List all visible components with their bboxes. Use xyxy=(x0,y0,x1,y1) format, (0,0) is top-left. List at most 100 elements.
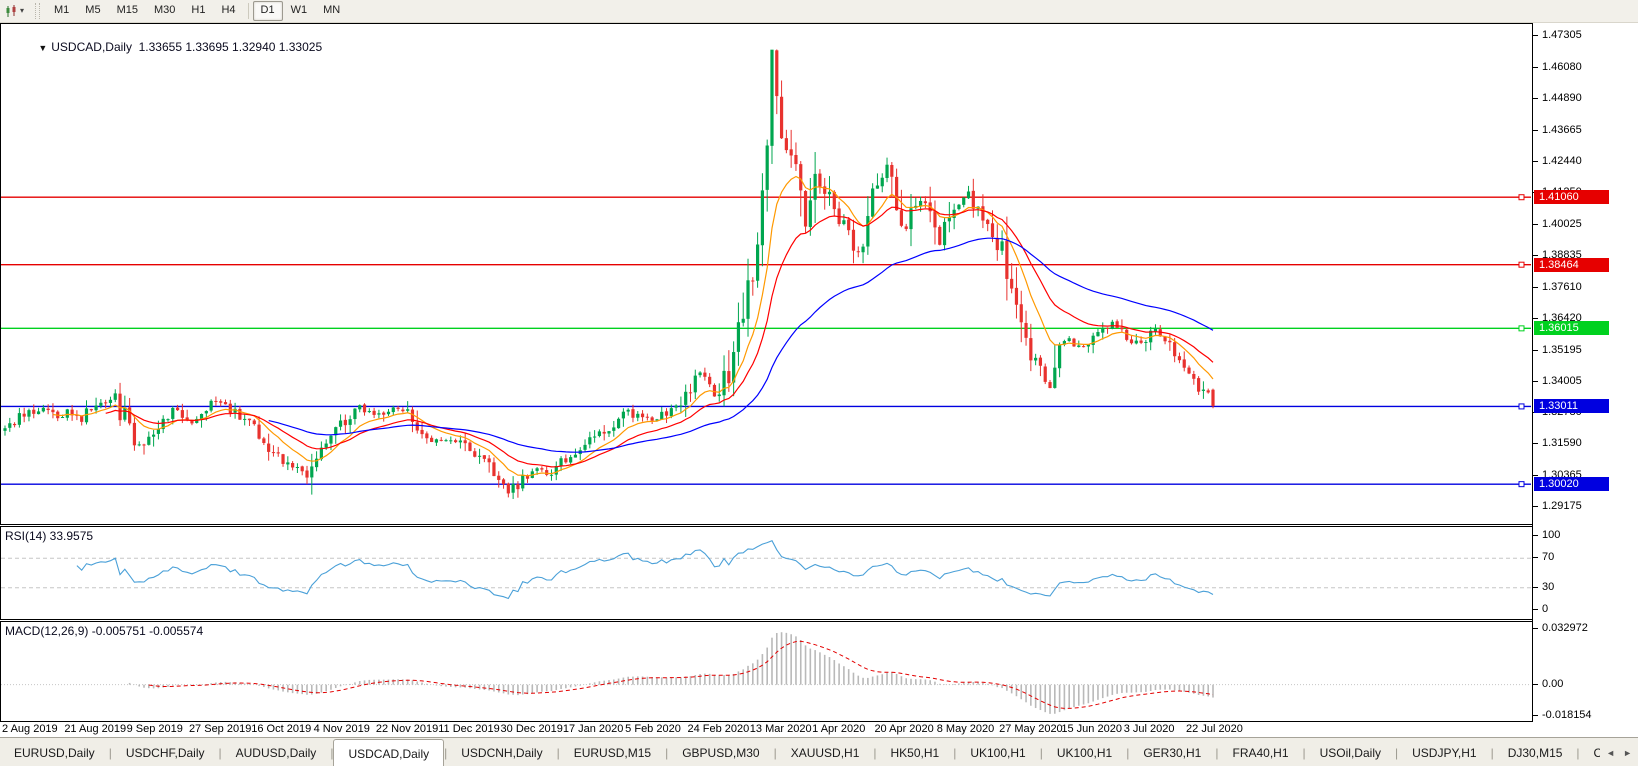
symbol-tab-uk100-h1[interactable]: UK100,H1 xyxy=(1043,738,1126,766)
hline-price-label: 1.38464 xyxy=(1534,257,1609,272)
rsi-tick: 70 xyxy=(1542,551,1555,564)
date-label: 4 Nov 2019 xyxy=(313,723,370,735)
chart-mode-button[interactable]: ▾ xyxy=(2,4,27,19)
axis-tick-mark xyxy=(1533,715,1538,716)
macd-pane[interactable]: MACD(12,26,9) -0.005751 -0.005574 xyxy=(0,621,1532,722)
symbol-tab-eurusd-daily[interactable]: EURUSD,Daily xyxy=(0,738,109,766)
axis-tick-mark xyxy=(1533,349,1538,351)
rsi-line xyxy=(76,540,1214,600)
axis-tick-mark xyxy=(1533,475,1538,477)
hline-anchor-handle[interactable] xyxy=(1518,403,1525,410)
axis-tick-mark xyxy=(1533,380,1538,382)
macd-tick: -0.018154 xyxy=(1542,709,1592,721)
symbol-tab-usdcad-daily[interactable]: USDCAD,Daily xyxy=(333,739,445,766)
tab-scroll-left-icon[interactable]: ◄ xyxy=(1606,748,1615,758)
price-tick: 1.29175 xyxy=(1542,500,1582,513)
symbol-tab-ger30-h1[interactable]: GER30,H1 xyxy=(1129,738,1215,766)
hline-price-label: 1.30020 xyxy=(1534,477,1609,492)
hline-anchor-handle[interactable] xyxy=(1518,261,1525,268)
price-tick: 1.34005 xyxy=(1542,374,1582,387)
timeframe-button-h1[interactable]: H1 xyxy=(183,1,213,20)
collapse-triangle-icon[interactable]: ▼ xyxy=(38,43,47,53)
macd-tick: 0.032972 xyxy=(1542,622,1588,634)
price-axis[interactable]: 1.473051.460801.448901.436651.424401.412… xyxy=(1533,23,1638,722)
symbol-tab-usdchf-daily[interactable]: USDCHF,Daily xyxy=(112,738,219,766)
price-axis-main[interactable]: 1.473051.460801.448901.436651.424401.412… xyxy=(1533,23,1638,526)
date-label: 5 Feb 2020 xyxy=(625,723,681,735)
price-tick: 1.37610 xyxy=(1542,280,1582,293)
timeframe-button-m15[interactable]: M15 xyxy=(109,1,146,20)
chart-panes: ▼ USDCAD,Daily 1.33655 1.33695 1.32940 1.… xyxy=(0,23,1533,722)
date-label: 9 Sep 2019 xyxy=(126,723,183,735)
axis-tick-mark xyxy=(1533,66,1538,68)
date-label: 2 Aug 2019 xyxy=(2,723,58,735)
macd-title: MACD(12,26,9) -0.005751 -0.005574 xyxy=(5,624,204,638)
axis-tick-mark xyxy=(1533,683,1538,685)
price-axis-rsi[interactable]: 100 70 30 0 xyxy=(1533,526,1638,621)
axis-tick-mark xyxy=(1533,609,1538,610)
date-axis[interactable]: 2 Aug 2019 21 Aug 2019 9 Sep 2019 27 Sep 20… xyxy=(0,722,1638,737)
timeframe-button-h4[interactable]: H4 xyxy=(213,1,243,20)
symbol-tab-gbpusd-m30[interactable]: GBPUSD,M30 xyxy=(668,738,773,766)
symbol-tab-audusd-daily[interactable]: AUDUSD,Daily xyxy=(222,738,331,766)
price-tick: 1.31590 xyxy=(1542,437,1582,450)
date-label: 17 Jan 2020 xyxy=(562,723,624,735)
timeframe-button-m30[interactable]: M30 xyxy=(146,1,183,20)
price-tick: 1.44890 xyxy=(1542,91,1582,104)
symbol-tab-usdjpy-h1[interactable]: USDJPY,H1 xyxy=(1398,738,1490,766)
candlestick-chart-icon xyxy=(5,4,18,18)
date-label: 24 Feb 2020 xyxy=(687,723,750,735)
timeframe-buttons: M1 M5 M15 M30 H1 H4 D1 W1 MN xyxy=(46,1,348,21)
symbol-tab-xauusd-h1[interactable]: XAUUSD,H1 xyxy=(777,738,874,766)
hline-price-label: 1.33011 xyxy=(1534,399,1609,414)
date-label: 11 Dec 2019 xyxy=(438,723,500,735)
hline-anchor-handle[interactable] xyxy=(1518,325,1525,332)
hline-price-label: 1.36015 xyxy=(1534,321,1609,336)
axis-tick-mark xyxy=(1533,34,1538,36)
rsi-pane[interactable]: RSI(14) 33.9575 xyxy=(0,526,1532,620)
symbol-tab-hk50-h1[interactable]: HK50,H1 xyxy=(877,738,954,766)
timeframe-button-mn[interactable]: MN xyxy=(315,1,348,20)
timeframe-button-m5[interactable]: M5 xyxy=(77,1,108,20)
date-label: 22 Jul 2020 xyxy=(1186,723,1243,735)
date-label: 8 May 2020 xyxy=(936,723,995,735)
price-tick: 1.42440 xyxy=(1542,155,1582,168)
axis-tick-mark xyxy=(1533,161,1538,163)
timeframe-button-m1[interactable]: M1 xyxy=(46,1,77,20)
hline-anchor-handle[interactable] xyxy=(1518,194,1525,201)
timeframe-button-w1[interactable]: W1 xyxy=(283,1,316,20)
moving-average-10 xyxy=(52,175,1214,477)
date-label: 1 Apr 2020 xyxy=(812,723,866,735)
price-tick: 1.40025 xyxy=(1542,218,1582,231)
symbol-tab-uk100-h1[interactable]: UK100,H1 xyxy=(956,738,1039,766)
price-tick: 1.35195 xyxy=(1542,343,1582,356)
symbol-tab-dj30-m15[interactable]: DJ30,M15 xyxy=(1494,738,1577,766)
price-axis-macd[interactable]: 0.032972 0.00 -0.018154 xyxy=(1533,621,1638,721)
symbol-tab-bar: EURUSD,Daily | USDCHF,Daily | AUDUSD,Daily | U… xyxy=(0,737,1638,766)
axis-tick-mark xyxy=(1533,586,1538,588)
date-label: 16 Oct 2019 xyxy=(251,723,312,735)
date-label: 22 Nov 2019 xyxy=(375,723,439,735)
date-label: 30 Dec 2019 xyxy=(500,723,563,735)
date-label: 15 Jun 2020 xyxy=(1061,723,1122,735)
dropdown-arrow-icon: ▾ xyxy=(20,6,25,15)
symbol-tab-fra40-h1[interactable]: FRA40,H1 xyxy=(1218,738,1302,766)
macd-tick: 0.00 xyxy=(1542,677,1564,690)
date-label: 27 Sep 2019 xyxy=(188,723,252,735)
chart-title: ▼ USDCAD,Daily 1.33655 1.33695 1.32940 1.… xyxy=(38,40,323,54)
mt4-window: ▾ M1 M5 M15 M30 H1 H4 D1 W1 MN ▼ USDCAD,Daily 1.3… xyxy=(0,0,1638,766)
axis-tick-mark xyxy=(1533,443,1538,445)
rsi-title: RSI(14) 33.9575 xyxy=(5,529,94,543)
main-chart-pane[interactable]: ▼ USDCAD,Daily 1.33655 1.33695 1.32940 1.… xyxy=(0,23,1532,525)
symbol-tab-usdcnh-daily[interactable]: USDCNH,Daily xyxy=(447,738,556,766)
moving-average-21 xyxy=(105,206,1214,468)
timeframe-button-d1[interactable]: D1 xyxy=(252,1,283,21)
toolbar-grip[interactable] xyxy=(35,3,41,19)
hline-anchor-handle[interactable] xyxy=(1518,481,1525,488)
tab-scroll-controls: ◄ ► xyxy=(1600,738,1638,766)
date-label: 27 May 2020 xyxy=(999,723,1063,735)
axis-tick-mark xyxy=(1533,557,1538,559)
tab-scroll-right-icon[interactable]: ► xyxy=(1623,748,1632,758)
symbol-tab-usoil-daily[interactable]: USOil,Daily xyxy=(1306,738,1395,766)
symbol-tab-eurusd-m15[interactable]: EURUSD,M15 xyxy=(560,738,665,766)
